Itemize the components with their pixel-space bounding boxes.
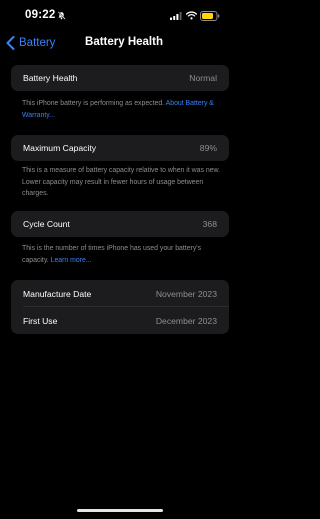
wifi-icon bbox=[186, 11, 197, 20]
manufacture-date-row: Manufacture Date November 2023 bbox=[11, 280, 229, 307]
cycle-count-description: This is the number of times iPhone has u… bbox=[22, 245, 202, 264]
cycle-count-card: Cycle Count 368 bbox=[11, 211, 229, 237]
cycle-count-label: Cycle Count bbox=[23, 219, 70, 229]
chevron-left-icon bbox=[6, 36, 15, 50]
status-time: 09:22 bbox=[25, 9, 56, 21]
battery-health-value: Normal bbox=[189, 73, 217, 83]
manufacture-date-label: Manufacture Date bbox=[23, 288, 92, 299]
first-use-row: First Use December 2023 bbox=[11, 307, 229, 334]
battery-health-card: Battery Health Normal bbox=[11, 65, 229, 91]
maximum-capacity-label: Maximum Capacity bbox=[23, 143, 97, 153]
home-indicator[interactable] bbox=[77, 509, 163, 512]
cycle-count-row: Cycle Count 368 bbox=[11, 211, 229, 237]
bell-slash-icon bbox=[57, 11, 66, 20]
back-label: Battery bbox=[19, 37, 56, 49]
first-use-value: December 2023 bbox=[155, 315, 217, 326]
manufacture-date-value: November 2023 bbox=[155, 288, 217, 299]
maximum-capacity-value: 89% bbox=[199, 143, 217, 153]
cycle-count-footer: This is the number of times iPhone has u… bbox=[22, 243, 222, 266]
battery-health-description: This iPhone battery is performing as exp… bbox=[22, 100, 166, 107]
maximum-capacity-card: Maximum Capacity 89% bbox=[11, 135, 229, 161]
maximum-capacity-description: This is a measure of battery capacity re… bbox=[22, 167, 221, 197]
status-bar: 09:22 bbox=[0, 8, 240, 26]
battery-health-row[interactable]: Battery Health Normal bbox=[11, 65, 229, 91]
page-title: Battery Health bbox=[85, 36, 163, 48]
maximum-capacity-footer: This is a measure of battery capacity re… bbox=[22, 165, 222, 200]
battery-icon bbox=[200, 11, 220, 21]
navigation-bar: Battery Battery Health bbox=[0, 33, 240, 53]
battery-health-label: Battery Health bbox=[23, 73, 78, 83]
back-button[interactable]: Battery bbox=[6, 34, 55, 52]
cycle-count-value: 368 bbox=[202, 219, 217, 229]
first-use-label: First Use bbox=[23, 315, 58, 326]
maximum-capacity-row: Maximum Capacity 89% bbox=[11, 135, 229, 161]
cellular-signal-icon bbox=[170, 12, 182, 20]
learn-more-link[interactable]: Learn more... bbox=[51, 257, 92, 264]
dates-card: Manufacture Date November 2023 First Use… bbox=[11, 280, 229, 334]
battery-health-footer: This iPhone battery is performing as exp… bbox=[22, 98, 222, 121]
